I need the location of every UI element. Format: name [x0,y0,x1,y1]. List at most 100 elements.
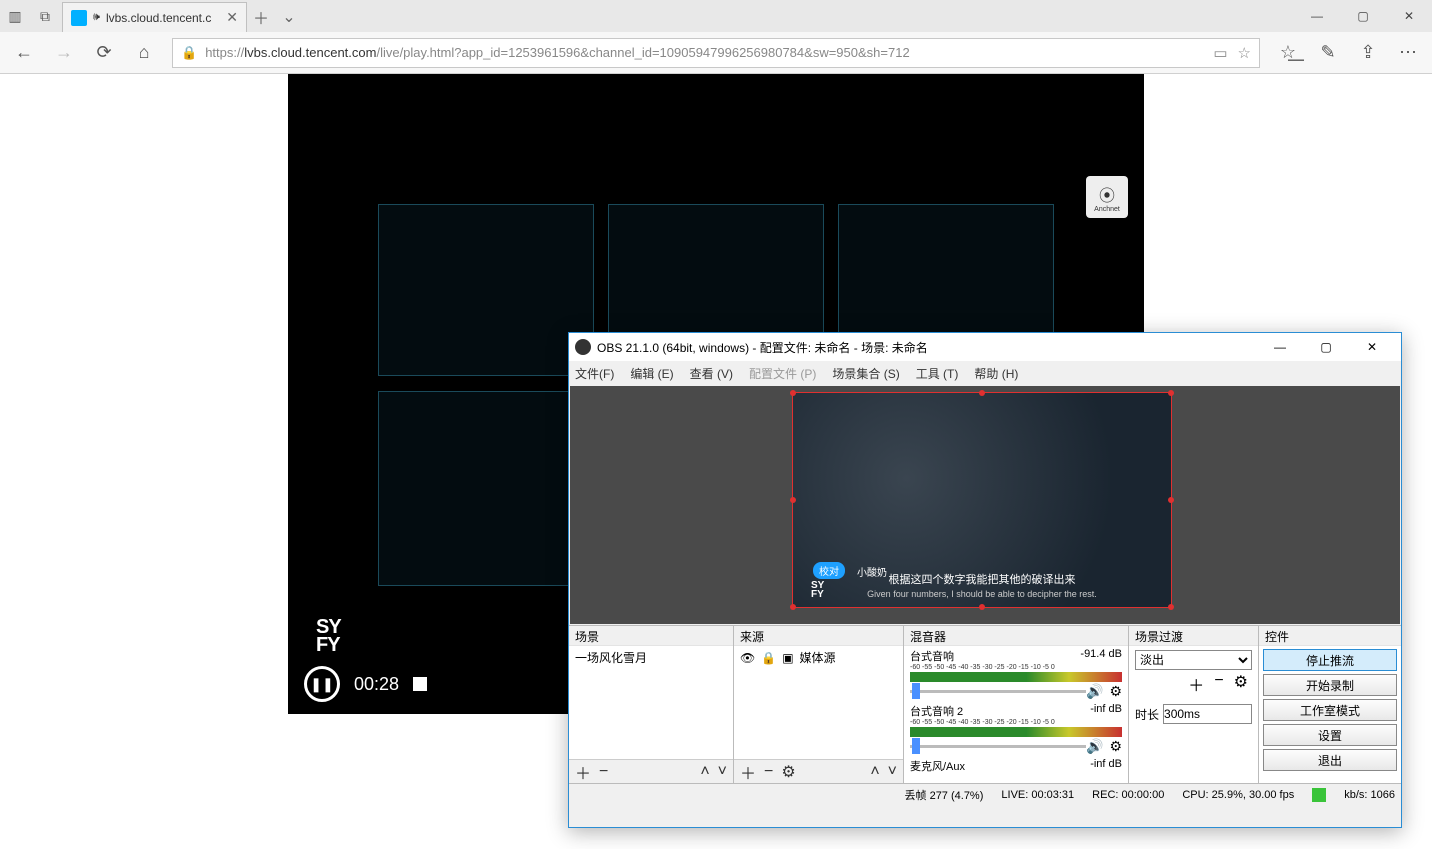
transition-gear-icon[interactable]: ⚙ [1234,672,1248,696]
obs-titlebar[interactable]: OBS 21.1.0 (64bit, windows) - 配置文件: 未命名 … [569,333,1401,361]
obs-minimize-button[interactable]: ― [1257,333,1303,361]
address-bar[interactable]: 🔒 https://lvbs.cloud.tencent.com/live/pl… [172,38,1260,68]
start-recording-button[interactable]: 开始录制 [1263,674,1397,696]
mixer-ticks: -60 -55 -50 -45 -40 -35 -30 -25 -20 -15 … [910,719,1122,726]
source-settings-icon[interactable]: ⚙ [781,762,795,782]
set-aside-tabs-icon[interactable]: ⧉ [30,0,60,32]
scene-down-button[interactable]: ˅ [718,763,727,781]
more-icon[interactable]: ⋯ [1390,35,1426,71]
obs-logo-icon [575,339,591,355]
source-label: 媒体源 [800,649,836,666]
browser-tab[interactable]: 🕪 lvbs.cloud.tencent.c ✕ [62,2,247,32]
status-bitrate: kb/s: 1066 [1344,789,1395,801]
window-maximize-button[interactable]: ▢ [1340,0,1386,32]
mixer-channel: 台式音响 2-inf dB -60 -55 -50 -45 -40 -35 -3… [904,701,1128,756]
sources-list[interactable]: 👁 🔒 ▣ 媒体源 [734,646,903,759]
menu-help[interactable]: 帮助 (H) [974,365,1018,382]
menu-view[interactable]: 查看 (V) [690,365,733,382]
stop-stream-button[interactable]: 停止推流 [1263,649,1397,671]
source-add-button[interactable]: ＋ [740,760,756,784]
obs-title-text: OBS 21.1.0 (64bit, windows) - 配置文件: 未命名 … [597,339,928,356]
obs-menubar: 文件(F) 编辑 (E) 查看 (V) 配置文件 (P) 场景集合 (S) 工具… [569,361,1401,385]
menu-edit[interactable]: 编辑 (E) [630,365,673,382]
pause-button[interactable]: ❚❚ [304,666,340,702]
transition-duration-label: 时长 [1135,706,1159,723]
back-button[interactable]: ← [6,35,42,71]
window-minimize-button[interactable]: ― [1294,0,1340,32]
video-controls: ❚❚ 00:28 [304,666,427,702]
tab-close-icon[interactable]: ✕ [226,9,238,26]
menu-scenecollection[interactable]: 场景集合 (S) [832,365,899,382]
browser-titlebar: ▥ ⧉ 🕪 lvbs.cloud.tencent.c ✕ ＋ ⌄ ― ▢ ✕ [0,0,1432,32]
transition-duration-input[interactable] [1163,704,1252,724]
preview-source-frame[interactable]: SY FY 校对 小酸奶 根据这四个数字我能把其他的破译出来 Given fou… [792,392,1172,608]
scene-add-button[interactable]: ＋ [575,760,591,784]
preview-badge-name: 小酸奶 [857,564,887,579]
status-dropped-frames: 丢帧 277 (4.7%) [905,787,984,803]
transition-select[interactable]: 淡出 [1135,650,1252,670]
mixer-gear-icon[interactable]: ⚙ [1109,683,1122,700]
source-up-button[interactable]: ˄ [870,763,879,781]
status-cpu: CPU: 25.9%, 30.00 fps [1182,789,1294,801]
obs-maximize-button[interactable]: ▢ [1303,333,1349,361]
source-lock-icon[interactable]: 🔒 [761,651,776,665]
source-visibility-icon[interactable]: 👁 [740,651,755,665]
mixer-channel-db: -inf dB [1090,703,1122,719]
audio-playing-icon[interactable]: 🕪 [93,11,100,24]
source-item[interactable]: 👁 🔒 ▣ 媒体源 [734,646,903,669]
favorites-hub-icon[interactable]: ☆͟ [1270,35,1306,71]
menu-file[interactable]: 文件(F) [575,365,614,382]
source-down-button[interactable]: ˅ [888,763,897,781]
mixer-channel-db: -inf dB [1090,758,1122,774]
new-tab-button[interactable]: ＋ [247,2,275,32]
mixer-volume-slider[interactable]: 🔊⚙ [910,738,1122,754]
dock-transitions-title: 场景过渡 [1129,626,1258,646]
mixer-gear-icon[interactable]: ⚙ [1109,738,1122,755]
share-icon[interactable]: ⇪ [1350,35,1386,71]
dock-mixer: 混音器 台式音响-91.4 dB -60 -55 -50 -45 -40 -35… [904,626,1129,783]
subtitle-en: Given four numbers, I should be able to … [867,589,1097,599]
mixer-meter [910,672,1122,682]
dock-controls-title: 控件 [1259,626,1401,646]
scene-item[interactable]: 一场风化雪月 [569,646,733,669]
reading-view-icon[interactable]: ▭ [1213,44,1227,62]
refresh-button[interactable]: ⟳ [86,35,122,71]
mixer-channel-db: -91.4 dB [1080,648,1122,664]
url-text: https://lvbs.cloud.tencent.com/live/play… [205,45,909,60]
scenes-list[interactable]: 一场风化雪月 [569,646,733,759]
stop-button[interactable] [413,677,427,691]
notes-icon[interactable]: ✎ [1310,35,1346,71]
menu-tools[interactable]: 工具 (T) [916,365,959,382]
home-button[interactable]: ⌂ [126,35,162,71]
dock-sources: 来源 👁 🔒 ▣ 媒体源 ＋ − ⚙ ˄ ˅ [734,626,904,783]
mixer-mute-icon[interactable]: 🔊 [1086,683,1103,700]
scene-remove-button[interactable]: − [599,763,608,781]
mixer-channel: 麦克风/Aux -inf dB [904,756,1128,776]
favorite-icon[interactable]: ☆ [1238,44,1251,62]
mixer-volume-slider[interactable]: 🔊⚙ [910,683,1122,699]
settings-button[interactable]: 设置 [1263,724,1397,746]
obs-statusbar: 丢帧 277 (4.7%) LIVE: 00:03:31 REC: 00:00:… [569,783,1401,805]
source-remove-button[interactable]: − [764,763,773,781]
tabs-overview-icon[interactable]: ▥ [0,0,30,32]
dock-transitions: 场景过渡 淡出 ＋ − ⚙ 时长 [1129,626,1259,783]
scene-up-button[interactable]: ˄ [700,763,709,781]
mixer-channel: 台式音响-91.4 dB -60 -55 -50 -45 -40 -35 -30… [904,646,1128,701]
browser-navbar: ← → ⟳ ⌂ 🔒 https://lvbs.cloud.tencent.com… [0,32,1432,74]
mixer-mute-icon[interactable]: 🔊 [1086,738,1103,755]
subtitle-cn: 根据这四个数字我能把其他的破译出来 [889,571,1076,587]
menu-profile[interactable]: 配置文件 (P) [749,365,816,382]
tab-menu-icon[interactable]: ⌄ [275,2,303,32]
transition-add-button[interactable]: ＋ [1188,672,1204,696]
exit-button[interactable]: 退出 [1263,749,1397,771]
obs-preview[interactable]: SY FY 校对 小酸奶 根据这四个数字我能把其他的破译出来 Given fou… [570,386,1400,624]
mixer-body: 台式音响-91.4 dB -60 -55 -50 -45 -40 -35 -30… [904,646,1128,783]
status-live-time: LIVE: 00:03:31 [1001,789,1074,801]
mixer-channel-name: 麦克风/Aux [910,758,965,774]
window-close-button[interactable]: ✕ [1386,0,1432,32]
dock-mixer-title: 混音器 [904,626,1128,646]
studio-mode-button[interactable]: 工作室模式 [1263,699,1397,721]
dock-controls: 控件 停止推流 开始录制 工作室模式 设置 退出 [1259,626,1401,783]
obs-close-button[interactable]: ✕ [1349,333,1395,361]
transition-remove-button[interactable]: − [1214,672,1223,696]
